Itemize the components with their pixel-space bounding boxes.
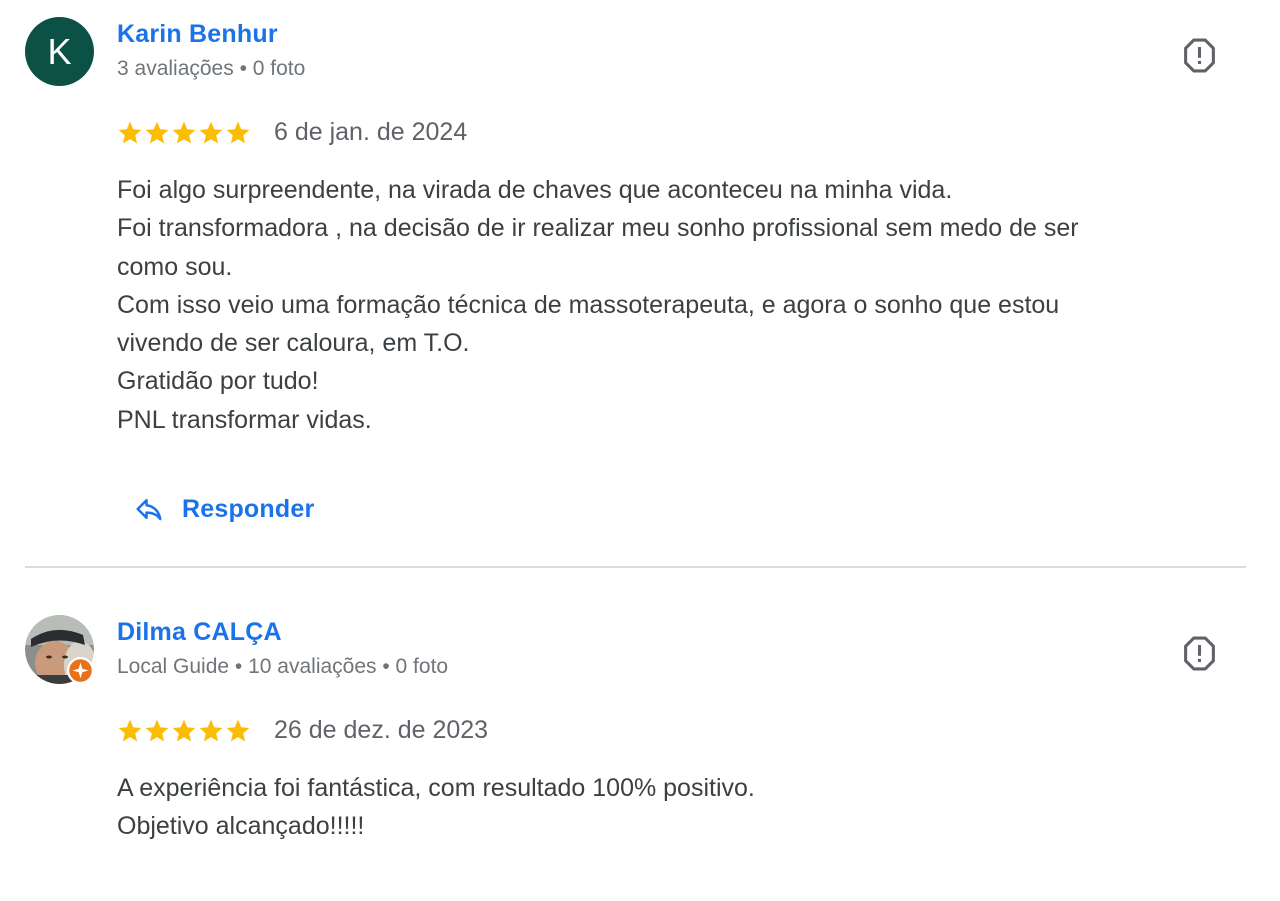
star-icon (226, 719, 250, 742)
star-rating (117, 718, 251, 744)
star-rating (117, 120, 251, 146)
star-icon (226, 121, 250, 144)
review-line: A experiência foi fantástica, com result… (117, 774, 755, 802)
avatar-letter: K (25, 17, 94, 86)
review-text: Foi algo surpreendente, na virada de cha… (117, 171, 1217, 439)
review-date: 26 de dez. de 2023 (274, 716, 489, 744)
star-icon (199, 719, 223, 742)
star-icon (199, 121, 223, 144)
local-guide-badge-icon (67, 657, 94, 684)
review-line: Foi algo surpreendente, na virada de cha… (117, 176, 953, 204)
review-date: 6 de jan. de 2024 (274, 118, 468, 146)
review-divider (25, 566, 1246, 568)
reply-button[interactable]: Responder (134, 489, 314, 529)
review-line: Com isso veio uma formação técnica de ma… (117, 290, 1060, 319)
report-flag-icon[interactable] (1181, 37, 1218, 74)
reviewer-name[interactable]: Dilma CALÇA (117, 618, 282, 647)
review-line: Objetivo alcançado!!!!! (117, 812, 365, 841)
star-icon (118, 719, 142, 742)
star-icon (172, 719, 196, 742)
star-icon (145, 121, 169, 144)
review-line: PNL transformar vidas. (117, 405, 372, 434)
reply-arrow-icon (136, 499, 162, 521)
review-line: Foi transformadora , na decisão de ir re… (117, 214, 1079, 243)
review-line: como sou. (117, 252, 233, 281)
review-line: vivendo de ser caloura, em T.O. (117, 329, 470, 358)
star-icon (172, 121, 196, 144)
star-icon (118, 121, 142, 144)
reviewer-meta: 3 avaliações • 0 foto (117, 57, 306, 80)
reply-label: Responder (182, 494, 315, 523)
reviewer-name[interactable]: Karin Benhur (117, 20, 278, 49)
avatar[interactable] (25, 615, 94, 684)
review-line: Gratidão por tudo! (117, 367, 319, 396)
review-text: A experiência foi fantástica, com result… (117, 769, 1217, 846)
report-flag-icon[interactable] (1181, 635, 1218, 672)
reviewer-meta: Local Guide • 10 avaliações • 0 foto (117, 655, 449, 678)
avatar[interactable]: K (25, 17, 94, 86)
star-icon (145, 719, 169, 742)
